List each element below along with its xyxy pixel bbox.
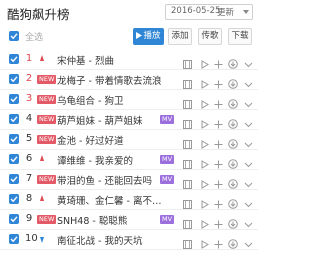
- song-rank: 6: [25, 153, 33, 164]
- song-title[interactable]: 乌龟组合 - 狗卫: [57, 93, 174, 107]
- select-all-label: 全选: [25, 33, 44, 43]
- download-icon[interactable]: [228, 234, 238, 253]
- chart-header: 酷狗飙升榜 2016-05-25 更新: [0, 0, 258, 24]
- share-button[interactable]: 传歌: [198, 28, 222, 45]
- song-row[interactable]: 7 NEW 带泪的鱼 - 还能回去吗 MV: [0, 170, 258, 190]
- play-button[interactable]: 播放: [133, 28, 164, 45]
- mv-tag: MV: [160, 155, 175, 164]
- song-title[interactable]: 金池 - 好过好道: [57, 133, 174, 147]
- song-rank: 2: [25, 73, 33, 84]
- song-rank: 10: [25, 233, 38, 244]
- song-title[interactable]: 带泪的鱼 - 还能回去吗: [57, 173, 174, 187]
- song-checkbox[interactable]: [9, 54, 19, 64]
- song-title[interactable]: 宋仲基 - 烈曲: [57, 53, 174, 67]
- song-title[interactable]: 葫芦姐妹 - 葫芦姐妹: [57, 113, 174, 127]
- song-rank: 9: [25, 213, 33, 224]
- song-rank: 1: [25, 53, 33, 64]
- song-checkbox[interactable]: [9, 214, 19, 224]
- song-row[interactable]: 8 黄琦珊、金仁馨 - 离不…: [0, 190, 258, 210]
- new-badge: NEW: [37, 115, 57, 124]
- trend-up-icon: [40, 195, 44, 201]
- song-row[interactable]: 1 宋仲基 - 烈曲: [0, 50, 258, 70]
- new-badge: NEW: [37, 135, 57, 144]
- update-label: 更新: [217, 8, 235, 18]
- song-checkbox[interactable]: [9, 234, 19, 244]
- song-row[interactable]: 4 NEW 葫芦姐妹 - 葫芦姐妹 MV: [0, 110, 258, 130]
- song-checkbox[interactable]: [9, 174, 19, 184]
- trend-up-icon: [40, 155, 44, 161]
- download-label: 下载: [231, 31, 249, 41]
- song-checkbox[interactable]: [9, 94, 19, 104]
- add-button[interactable]: 添加: [168, 28, 192, 45]
- song-rank: 7: [25, 173, 33, 184]
- date-selector[interactable]: 2016-05-25 更新: [165, 4, 253, 20]
- song-title[interactable]: 黄琦珊、金仁馨 - 离不…: [57, 193, 174, 207]
- song-row[interactable]: 9 NEW SNH48 - 聪聪熊 MV: [0, 210, 258, 230]
- song-rank: 8: [25, 193, 33, 204]
- song-title[interactable]: SNH48 - 聪聪熊: [57, 213, 174, 227]
- add-icon[interactable]: [214, 234, 223, 253]
- song-title[interactable]: 龙梅子 - 带着情歌去流浪: [57, 73, 174, 87]
- add-label: 添加: [171, 31, 189, 41]
- new-badge: NEW: [37, 215, 57, 224]
- new-badge: NEW: [37, 75, 57, 84]
- song-row[interactable]: 10 南征北战 - 我的天坑: [0, 230, 258, 250]
- trend-down-icon: [40, 237, 44, 243]
- share-label: 传歌: [201, 31, 219, 41]
- song-row[interactable]: 3 NEW 乌龟组合 - 狗卫: [0, 90, 258, 110]
- mv-tag: MV: [160, 115, 175, 124]
- song-checkbox[interactable]: [9, 154, 19, 164]
- song-checkbox[interactable]: [9, 114, 19, 124]
- chevron-down-icon: [243, 10, 249, 14]
- select-all-checkbox[interactable]: [9, 31, 19, 41]
- mv-icon[interactable]: [183, 234, 192, 253]
- song-row[interactable]: 2 NEW 龙梅子 - 带着情歌去流浪: [0, 70, 258, 90]
- song-checkbox[interactable]: [9, 74, 19, 84]
- song-checkbox[interactable]: [9, 134, 19, 144]
- mv-tag: MV: [160, 215, 175, 224]
- chart-title: 酷狗飙升榜: [7, 7, 70, 22]
- play-label: 播放: [143, 31, 161, 41]
- new-badge: NEW: [37, 95, 57, 104]
- song-rank: 5: [25, 133, 33, 144]
- play-icon[interactable]: [200, 234, 209, 253]
- new-badge: NEW: [37, 175, 57, 184]
- more-icon[interactable]: [244, 234, 253, 253]
- song-title[interactable]: 谭维维 - 我亲爱的: [57, 153, 174, 167]
- song-title[interactable]: 南征北战 - 我的天坑: [57, 233, 174, 247]
- song-row[interactable]: 5 NEW 金池 - 好过好道: [0, 130, 258, 150]
- song-checkbox[interactable]: [9, 194, 19, 204]
- song-rank: 3: [25, 93, 33, 104]
- trend-up-icon: [40, 55, 44, 61]
- song-row[interactable]: 6 谭维维 - 我亲爱的 MV: [0, 150, 258, 170]
- download-button[interactable]: 下载: [228, 28, 252, 45]
- date-value: 2016-05-25: [171, 6, 221, 16]
- play-icon: [136, 32, 143, 39]
- song-rank: 4: [25, 113, 33, 124]
- mv-tag: MV: [160, 175, 175, 184]
